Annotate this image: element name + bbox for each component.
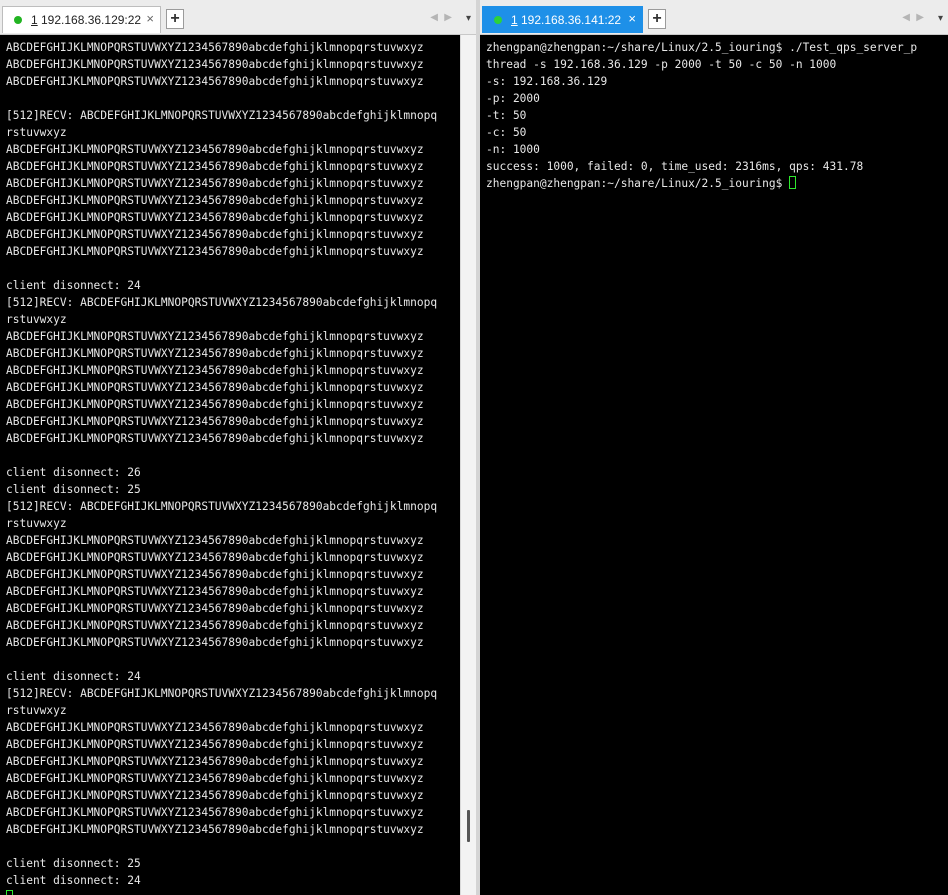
left-terminal[interactable]: ABCDEFGHIJKLMNOPQRSTUVWXYZ1234567890abcd… bbox=[0, 35, 460, 895]
scroll-tabs-right-icon[interactable]: ▶ bbox=[916, 12, 924, 23]
connected-status-icon bbox=[14, 16, 22, 24]
right-tab-title: 192.168.36.141:22 bbox=[521, 13, 622, 27]
add-tab-button[interactable]: + bbox=[166, 9, 184, 29]
left-session-tab[interactable]: 1 192.168.36.129:22 × bbox=[2, 6, 161, 33]
terminal-cursor bbox=[6, 890, 13, 895]
close-icon[interactable]: × bbox=[628, 11, 636, 26]
left-terminal-scrollbar[interactable] bbox=[460, 35, 476, 895]
right-session-tab[interactable]: 1 192.168.36.141:22 × bbox=[482, 6, 643, 33]
terminal-cursor bbox=[789, 176, 797, 189]
connected-status-icon bbox=[494, 16, 502, 24]
left-tab-bar: 1 192.168.36.129:22 × + ◀ ▶ ▾ bbox=[0, 0, 476, 35]
add-tab-button[interactable]: + bbox=[648, 9, 666, 29]
scrollbar-thumb[interactable] bbox=[467, 810, 470, 842]
right-tab-number: 1 bbox=[511, 13, 518, 27]
scroll-tabs-left-icon[interactable]: ◀ bbox=[902, 12, 910, 23]
tab-list-menu-icon[interactable]: ▾ bbox=[938, 13, 943, 24]
right-terminal-output: zhengpan@zhengpan:~/share/Linux/2.5_iour… bbox=[486, 41, 918, 190]
scroll-tabs-left-icon[interactable]: ◀ bbox=[430, 12, 438, 23]
right-terminal[interactable]: zhengpan@zhengpan:~/share/Linux/2.5_iour… bbox=[480, 35, 948, 895]
left-terminal-output: ABCDEFGHIJKLMNOPQRSTUVWXYZ1234567890abcd… bbox=[6, 41, 438, 887]
scroll-tabs-right-icon[interactable]: ▶ bbox=[444, 12, 452, 23]
left-terminal-pane: 1 192.168.36.129:22 × + ◀ ▶ ▾ ABCDEFGHIJ… bbox=[0, 0, 476, 895]
right-terminal-pane: 1 192.168.36.141:22 × + ◀ ▶ ▾ zhengpan@z… bbox=[480, 0, 948, 895]
left-tab-title: 192.168.36.129:22 bbox=[41, 13, 142, 27]
tab-list-menu-icon[interactable]: ▾ bbox=[466, 13, 471, 24]
close-icon[interactable]: × bbox=[146, 11, 154, 26]
left-tab-number: 1 bbox=[31, 13, 38, 27]
right-tab-bar: 1 192.168.36.141:22 × + ◀ ▶ ▾ bbox=[480, 0, 948, 35]
